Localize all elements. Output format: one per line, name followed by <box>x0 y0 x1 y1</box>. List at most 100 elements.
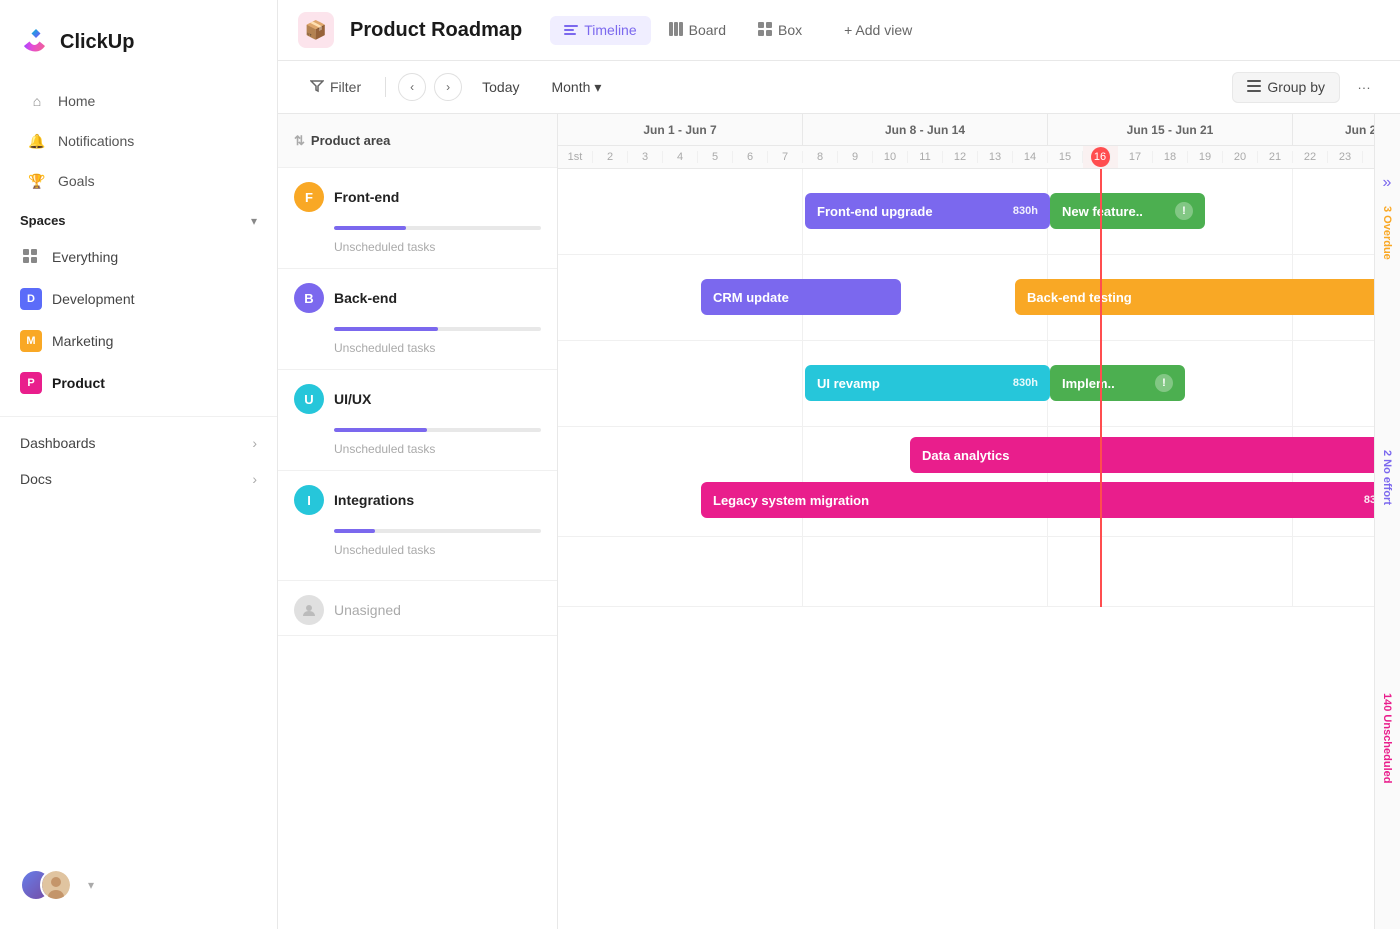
day-9: 9 <box>838 146 873 168</box>
integrations-progress-fill <box>334 529 375 533</box>
day-24: 24 <box>1363 146 1374 168</box>
sidebar-item-everything-label: Everything <box>52 249 118 265</box>
group-by-label: Group by <box>1267 79 1325 95</box>
spaces-section-header[interactable]: Spaces ▾ <box>0 201 277 236</box>
day-15: 15 <box>1048 146 1083 168</box>
task-legacy-migration[interactable]: Legacy system migration 830h <box>701 482 1374 518</box>
row-unassigned-main: Unasigned <box>278 581 557 635</box>
unassigned-avatar <box>294 595 324 625</box>
timeline-icon <box>564 22 578 39</box>
sidebar-item-docs[interactable]: Docs › <box>0 461 277 497</box>
development-avatar: D <box>20 288 42 310</box>
task-ui-revamp[interactable]: UI revamp 830h <box>805 365 1050 401</box>
timeline-row-unassigned <box>558 537 1374 607</box>
day-6: 6 <box>733 146 768 168</box>
sidebar-item-home[interactable]: ⌂ Home <box>8 82 269 120</box>
spaces-label: Spaces <box>20 213 66 228</box>
backend-avatar: B <box>294 283 324 313</box>
collapse-button[interactable]: » <box>1374 168 1400 198</box>
box-icon <box>758 22 772 39</box>
topbar: 📦 Product Roadmap Timeline Board Box <box>278 0 1400 61</box>
sidebar-item-marketing[interactable]: M Marketing <box>0 321 277 361</box>
main-content: 📦 Product Roadmap Timeline Board Box <box>278 0 1400 929</box>
filter-label: Filter <box>330 79 361 95</box>
tab-board[interactable]: Board <box>655 16 740 45</box>
group-by-button[interactable]: Group by <box>1232 72 1340 103</box>
task-ui-revamp-hours: 830h <box>1013 377 1038 389</box>
task-legacy-migration-label: Legacy system migration <box>713 493 1358 508</box>
prev-button[interactable]: ‹ <box>398 73 426 101</box>
frontend-progress-bar <box>334 226 541 230</box>
row-backend-main: B Back-end <box>278 269 557 323</box>
tab-timeline[interactable]: Timeline <box>550 16 650 45</box>
frontend-name: Front-end <box>334 189 399 205</box>
sidebar-item-dashboards[interactable]: Dashboards › <box>0 425 277 461</box>
integrations-name: Integrations <box>334 492 414 508</box>
week-header-2: Jun 8 - Jun 14 <box>803 114 1048 145</box>
sidebar-item-everything[interactable]: Everything <box>0 237 277 277</box>
add-view-button[interactable]: + Add view <box>832 16 924 44</box>
task-frontend-upgrade[interactable]: Front-end upgrade 830h <box>805 193 1050 229</box>
more-options-button[interactable]: ··· <box>1348 71 1380 103</box>
filter-icon <box>310 79 324 96</box>
trophy-icon: 🏆 <box>28 172 46 190</box>
overdue-label[interactable]: 3 Overdue <box>1374 198 1400 442</box>
sidebar-item-marketing-label: Marketing <box>52 333 113 349</box>
month-label: Month <box>551 79 590 95</box>
sort-icon: ⇅ <box>294 133 305 149</box>
chevron-right-icon: › <box>446 80 450 94</box>
sidebar-item-home-label: Home <box>58 93 95 109</box>
month-chevron-icon: ▾ <box>594 79 601 96</box>
view-tabs: Timeline Board Box <box>550 16 816 45</box>
home-icon: ⌂ <box>28 92 46 110</box>
row-header: ⇅ Product area <box>278 114 557 168</box>
task-new-feature[interactable]: New feature.. ! <box>1050 193 1205 229</box>
day-19: 19 <box>1188 146 1223 168</box>
day-18: 18 <box>1153 146 1188 168</box>
chevron-left-icon: ‹ <box>410 80 414 94</box>
marketing-avatar: M <box>20 330 42 352</box>
unscheduled-label[interactable]: 140 Unscheduled <box>1374 685 1400 929</box>
filter-button[interactable]: Filter <box>298 73 373 102</box>
row-integrations-main: I Integrations <box>278 471 557 525</box>
timeline-row-uiux: UI revamp 830h Implem.. ! <box>558 341 1374 427</box>
task-implem[interactable]: Implem.. ! <box>1050 365 1185 401</box>
today-label: Today <box>482 79 519 95</box>
user-avatars[interactable] <box>20 869 76 901</box>
sidebar-item-development[interactable]: D Development <box>0 279 277 319</box>
sidebar-item-notifications-label: Notifications <box>58 133 134 149</box>
grid-icon <box>20 246 42 268</box>
sidebar-item-product[interactable]: P Product <box>0 363 277 403</box>
sidebar-item-notifications[interactable]: 🔔 Notifications <box>8 122 269 160</box>
page-title: Product Roadmap <box>350 19 522 42</box>
task-backend-testing[interactable]: Back-end testing <box>1015 279 1374 315</box>
task-crm-update[interactable]: CRM update <box>701 279 901 315</box>
docs-label: Docs <box>20 471 52 487</box>
month-button[interactable]: Month ▾ <box>539 73 613 102</box>
frontend-progress-fill <box>334 226 406 230</box>
dashboards-label: Dashboards <box>20 435 96 451</box>
product-avatar: P <box>20 372 42 394</box>
tab-box[interactable]: Box <box>744 16 816 45</box>
sidebar-item-goals-label: Goals <box>58 173 95 189</box>
user-menu-arrow[interactable]: ▾ <box>88 878 94 892</box>
board-icon <box>669 22 683 39</box>
today-button[interactable]: Today <box>470 73 531 101</box>
logo-icon <box>20 24 52 61</box>
timeline-row-frontend: Front-end upgrade 830h New feature.. ! <box>558 169 1374 255</box>
no-effort-label[interactable]: 2 No effort <box>1374 442 1400 686</box>
dashboards-arrow-icon: › <box>252 435 257 451</box>
sidebar-item-goals[interactable]: 🏆 Goals <box>8 162 269 200</box>
task-frontend-upgrade-hours: 830h <box>1013 205 1038 217</box>
next-button[interactable]: › <box>434 73 462 101</box>
uiux-unscheduled: Unscheduled tasks <box>278 436 557 470</box>
task-crm-update-label: CRM update <box>713 290 889 305</box>
day-7: 7 <box>768 146 803 168</box>
page-icon: 📦 <box>298 12 334 48</box>
row-frontend-main: F Front-end <box>278 168 557 222</box>
timeline-grid[interactable]: Jun 1 - Jun 7 Jun 8 - Jun 14 Jun 15 - Ju… <box>558 114 1374 929</box>
right-labels: » 3 Overdue 2 No effort 140 Unscheduled <box>1374 168 1400 929</box>
task-data-analytics[interactable]: Data analytics <box>910 437 1374 473</box>
day-16-today: 16 <box>1083 146 1118 168</box>
app-logo[interactable]: ClickUp <box>0 16 277 81</box>
